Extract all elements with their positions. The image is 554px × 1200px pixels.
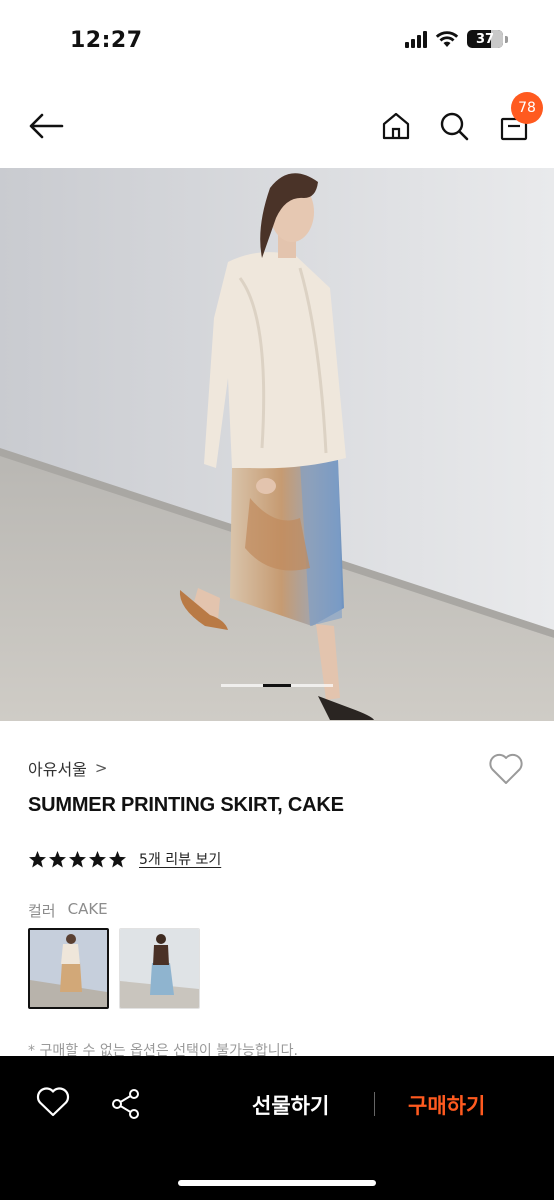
color-swatch-cake[interactable]: [28, 928, 109, 1009]
home-indicator: [178, 1180, 376, 1186]
product-photo: [0, 168, 554, 721]
back-button[interactable]: [26, 106, 66, 146]
status-icons: 37: [405, 30, 508, 48]
signal-icon: [405, 30, 427, 48]
buy-button[interactable]: 구매하기: [408, 1090, 485, 1120]
nav-bar: [0, 84, 554, 168]
search-icon: [440, 112, 469, 141]
color-swatches: [28, 928, 200, 1009]
heart-icon: [489, 753, 523, 784]
search-button[interactable]: [434, 106, 474, 146]
share-icon: [112, 1089, 139, 1119]
rating-row: 5개 리뷰 보기: [28, 849, 221, 869]
cart-count-badge: 78: [511, 92, 543, 124]
bottom-wishlist-button[interactable]: [36, 1086, 70, 1120]
wishlist-button[interactable]: [488, 752, 524, 786]
review-link[interactable]: 5개 리뷰 보기: [139, 849, 221, 869]
star-icon: [29, 850, 46, 867]
color-label: 컬러: [28, 902, 56, 920]
chevron-right-icon: >: [94, 759, 108, 777]
home-icon: [382, 112, 410, 140]
bottom-action-bar: 선물하기 구매하기: [0, 1056, 554, 1200]
share-button[interactable]: [108, 1086, 144, 1122]
star-icon: [69, 850, 86, 867]
star-icon: [89, 850, 106, 867]
brand-name: 아유서울: [28, 760, 87, 779]
carousel-active-dot: [263, 684, 291, 687]
battery-nub: [505, 35, 508, 43]
status-time: 12:27: [70, 28, 143, 53]
product-title: SUMMER PRINTING SKIRT, CAKE: [28, 794, 344, 816]
swatch-thumbnail: [30, 930, 107, 1007]
heart-icon: [36, 1087, 70, 1117]
wifi-icon: [435, 31, 459, 47]
product-image-carousel[interactable]: [0, 168, 554, 721]
star-icon: [109, 850, 126, 867]
color-value: CAKE: [67, 900, 108, 918]
brand-link[interactable]: 아유서울 >: [28, 756, 107, 780]
swatch-thumbnail: [120, 929, 199, 1008]
home-button[interactable]: [376, 106, 416, 146]
color-option-label: 컬러 CAKE: [28, 900, 108, 921]
color-swatch-alt[interactable]: [119, 928, 200, 1009]
battery-icon: 37: [467, 30, 503, 48]
divider: [374, 1092, 375, 1116]
rating-stars: [28, 850, 127, 869]
battery-level: 37: [475, 31, 495, 47]
star-icon: [49, 850, 66, 867]
back-arrow-icon: [29, 113, 64, 139]
gift-button[interactable]: 선물하기: [252, 1090, 329, 1120]
status-bar: 12:27 37: [0, 0, 554, 84]
carousel-indicator: [221, 684, 333, 687]
